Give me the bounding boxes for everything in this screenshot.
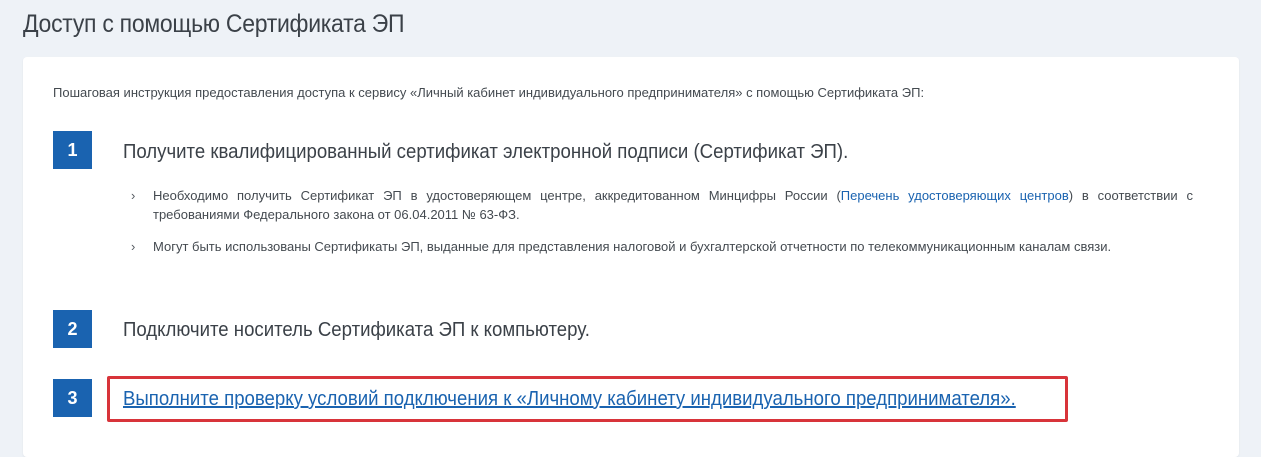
- step-1-bullet-list: › Необходимо получить Сертификат ЭП в уд…: [131, 186, 1193, 269]
- step-1-number-badge: 1: [53, 131, 92, 169]
- step-2-title: Подключите носитель Сертификата ЭП к ком…: [123, 319, 590, 341]
- intro-text: Пошаговая инструкция предоставления дост…: [53, 85, 925, 100]
- step-2-number-badge: 2: [53, 310, 92, 348]
- page-title: Доступ с помощью Сертификата ЭП: [23, 10, 405, 38]
- certification-centers-link[interactable]: Перечень удостоверяющих центров: [841, 188, 1069, 203]
- bullet-text: Необходимо получить Сертификат ЭП в удос…: [153, 188, 841, 203]
- list-item: › Могут быть использованы Сертификаты ЭП…: [131, 237, 1193, 256]
- step-1-title: Получите квалифицированный сертификат эл…: [123, 141, 849, 163]
- chevron-right-icon: ›: [131, 239, 136, 254]
- list-item: › Необходимо получить Сертификат ЭП в уд…: [131, 186, 1193, 224]
- instructions-card: Пошаговая инструкция предоставления дост…: [23, 57, 1239, 457]
- bullet-text: Могут быть использованы Сертификаты ЭП, …: [153, 239, 1112, 254]
- check-connection-link[interactable]: Выполните проверку условий подключения к…: [123, 387, 1016, 411]
- step-3-number-badge: 3: [53, 379, 92, 417]
- chevron-right-icon: ›: [131, 188, 136, 203]
